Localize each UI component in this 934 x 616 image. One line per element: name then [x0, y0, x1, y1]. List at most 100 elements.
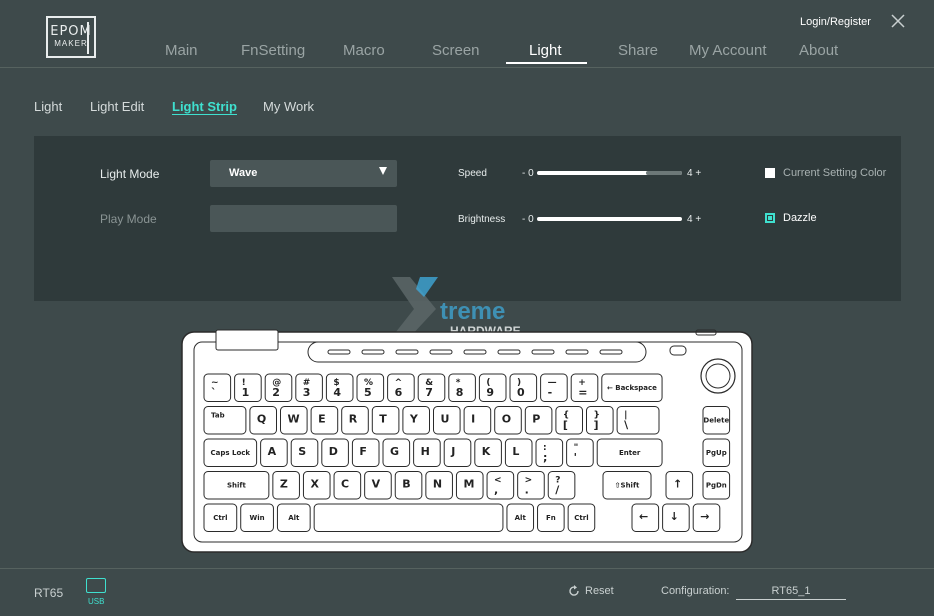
key-label: ': [574, 451, 577, 464]
tab-light[interactable]: Light: [34, 99, 62, 114]
key: Ctrl: [567, 503, 596, 532]
key: Ctrl: [203, 503, 238, 532]
key: M: [455, 471, 484, 500]
key: (9: [478, 373, 507, 402]
nav-light[interactable]: Light: [529, 42, 562, 59]
key-label: .: [525, 484, 529, 497]
nav-macro[interactable]: Macro: [343, 42, 385, 59]
key: >.: [517, 471, 545, 500]
key: I: [463, 406, 492, 435]
tab-light-strip[interactable]: Light Strip: [172, 99, 237, 114]
key-label: Caps Lock: [211, 449, 251, 457]
key-label: 3: [303, 386, 311, 399]
key: $4: [325, 373, 354, 402]
key-label: =: [578, 386, 587, 399]
key-label: 7: [425, 386, 433, 399]
key-label-top: Tab: [211, 412, 225, 420]
key: B: [394, 471, 423, 500]
key: R: [341, 406, 369, 435]
reset-button[interactable]: Reset: [585, 585, 614, 597]
key: O: [494, 406, 522, 435]
key: :;: [535, 438, 564, 467]
key-label: J: [450, 445, 455, 458]
brightness-label: Brightness: [458, 214, 506, 225]
key-label: W: [288, 413, 300, 426]
key-label: Alt: [515, 514, 527, 522]
key-label: 5: [364, 386, 372, 399]
key: J: [443, 438, 472, 467]
light-mode-select[interactable]: Wave: [210, 160, 397, 187]
key: ← Backspace: [601, 373, 663, 402]
key-label: ]: [594, 419, 599, 432]
key-label: `: [211, 386, 217, 399]
key-label: F: [359, 445, 367, 458]
nav-screen[interactable]: Screen: [432, 42, 480, 59]
key: →: [692, 503, 721, 532]
key-label: Alt: [288, 514, 300, 522]
key-label: [: [563, 419, 568, 432]
reset-icon[interactable]: [568, 585, 580, 597]
key-label: E: [318, 413, 326, 426]
key-label: PgUp: [706, 449, 727, 457]
key: Enter: [596, 438, 663, 467]
key-label: 0: [517, 386, 525, 399]
key: [313, 503, 504, 532]
key: H: [413, 438, 441, 467]
key-label: Z: [280, 478, 288, 491]
key: #3: [295, 373, 323, 402]
key-label: Delete: [703, 417, 729, 425]
dazzle-label: Dazzle: [783, 212, 817, 224]
key-label: S: [298, 445, 306, 458]
key-label: N: [433, 478, 442, 491]
nav-fnsetting[interactable]: FnSetting: [241, 42, 305, 59]
key-label: 4: [333, 386, 341, 399]
key: G: [382, 438, 411, 467]
epomaker-logo: EPOM MAKER: [46, 16, 96, 58]
key: Y: [402, 406, 430, 435]
key: ~`: [203, 373, 232, 402]
play-mode-select[interactable]: [210, 205, 397, 232]
key: Tab: [203, 406, 247, 435]
tab-light-edit[interactable]: Light Edit: [90, 99, 144, 114]
dazzle-checkbox[interactable]: [765, 213, 775, 223]
current-setting-color-checkbox[interactable]: [765, 168, 775, 178]
key: —-: [540, 373, 568, 402]
speed-slider[interactable]: [537, 171, 682, 175]
key-label: O: [502, 413, 511, 426]
key: ←: [631, 503, 660, 532]
key-label: Enter: [619, 449, 641, 457]
login-register-link[interactable]: Login/Register: [800, 16, 871, 28]
nav-about[interactable]: About: [799, 42, 838, 59]
configuration-value[interactable]: RT65_1: [736, 585, 846, 600]
key: PgUp: [702, 438, 731, 467]
play-mode-label: Play Mode: [100, 212, 157, 226]
nav-main[interactable]: Main: [165, 42, 198, 59]
key-label: ←: [639, 510, 648, 523]
key-label: T: [379, 413, 387, 426]
tab-my-work[interactable]: My Work: [263, 99, 314, 114]
key-label: K: [482, 445, 491, 458]
key: F: [351, 438, 380, 467]
key: Caps Lock: [203, 438, 258, 467]
key-label: 6: [395, 386, 403, 399]
key: PgDn: [702, 471, 731, 500]
key: ⇧Shift: [602, 471, 652, 500]
key-label: Ctrl: [213, 514, 227, 522]
key: Delete: [702, 406, 731, 435]
key-label: Win: [250, 514, 265, 522]
brightness-slider[interactable]: [537, 217, 682, 221]
nav-my-account[interactable]: My Account: [689, 42, 767, 59]
keyboard-illustration: ~`!1@2#3$4%5^6&7*8(9)0—-+= ← Backspace Tab…: [181, 329, 753, 553]
device-model: RT65: [34, 586, 64, 600]
key: T: [371, 406, 400, 435]
active-nav-underline: [506, 62, 587, 64]
configuration-label: Configuration:: [661, 585, 730, 597]
nav-share[interactable]: Share: [618, 42, 658, 59]
key-label: R: [349, 413, 358, 426]
brightness-max-label: 4 +: [687, 214, 702, 225]
key-label: -: [548, 386, 553, 399]
key: %5: [356, 373, 385, 402]
close-icon[interactable]: [890, 13, 906, 29]
key: *8: [448, 373, 476, 402]
usb-keyboard-icon[interactable]: [86, 578, 106, 593]
